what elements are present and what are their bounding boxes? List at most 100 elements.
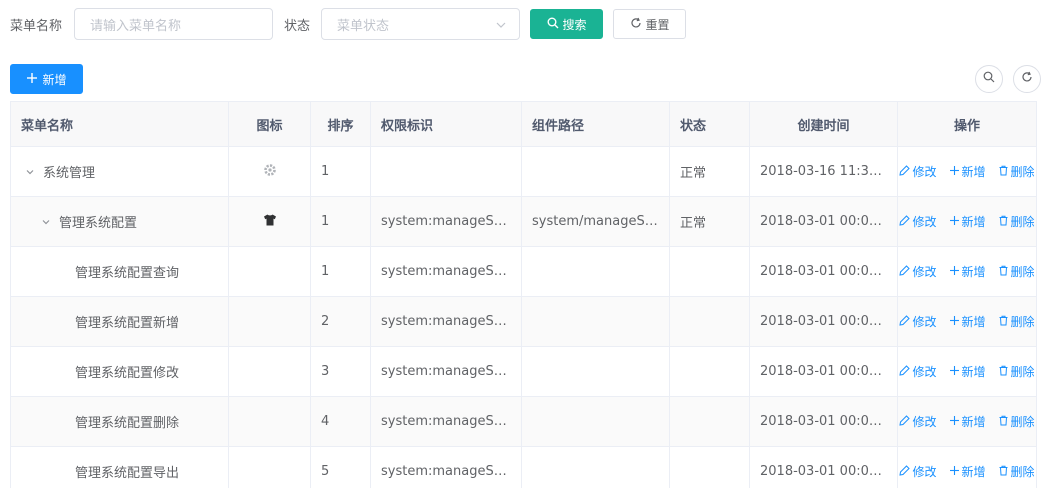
edit-label: 修改 xyxy=(912,365,937,379)
edit-label: 修改 xyxy=(912,415,937,429)
status-cell xyxy=(669,346,750,397)
edit-label: 修改 xyxy=(912,265,937,279)
status-cell xyxy=(669,396,750,447)
actions-cell: 修改 新增 删除 xyxy=(897,346,1037,397)
edit-link[interactable]: 修改 xyxy=(899,363,937,380)
icon-cell xyxy=(228,246,311,297)
perms-cell: system:manageSys... xyxy=(370,246,522,297)
menu-name-cell: 管理系统配置修改 xyxy=(10,346,229,397)
search-bar: 菜单名称 请输入菜单名称 状态 菜单状态 搜索 重置 xyxy=(10,8,687,40)
actions-cell: 修改 新增 删除 xyxy=(897,146,1037,197)
header-created: 创建时间 xyxy=(749,101,898,147)
add-child-link[interactable]: 新增 xyxy=(949,313,986,330)
trash-icon xyxy=(998,215,1009,229)
delete-label: 删除 xyxy=(1010,315,1035,329)
edit-link[interactable]: 修改 xyxy=(899,413,937,430)
header-menu-name: 菜单名称 xyxy=(10,101,229,147)
component-cell xyxy=(521,396,670,447)
add-child-label: 新增 xyxy=(961,365,986,379)
status-cell xyxy=(669,446,750,488)
edit-icon xyxy=(899,364,911,379)
icon-cell xyxy=(228,346,311,397)
edit-link[interactable]: 修改 xyxy=(899,263,937,280)
perms-cell: system:manageSys... xyxy=(370,396,522,447)
chevron-down-icon[interactable] xyxy=(39,217,53,227)
edit-link[interactable]: 修改 xyxy=(899,463,937,480)
menu-table: 菜单名称 图标 排序 权限标识 组件路径 状态 创建时间 操作 系统管理 1 正… xyxy=(10,101,1037,488)
status-cell xyxy=(669,296,750,347)
plus-icon xyxy=(26,72,38,87)
add-button[interactable]: 新增 xyxy=(10,64,83,94)
add-child-label: 新增 xyxy=(961,315,986,329)
add-child-label: 新增 xyxy=(961,415,986,429)
chevron-down-icon xyxy=(495,19,507,35)
header-actions: 操作 xyxy=(897,101,1037,147)
menu-name-text: 管理系统配置 xyxy=(59,216,138,231)
header-component: 组件路径 xyxy=(521,101,670,147)
icon-cell xyxy=(228,446,311,488)
edit-label: 修改 xyxy=(912,215,937,229)
add-child-link[interactable]: 新增 xyxy=(949,213,986,230)
delete-link[interactable]: 删除 xyxy=(998,413,1035,430)
reset-button-label: 重置 xyxy=(645,17,670,32)
created-cell: 2018-03-01 00:00:00 xyxy=(749,246,898,297)
edit-icon xyxy=(899,314,911,329)
actions-cell: 修改 新增 删除 xyxy=(897,196,1037,247)
actions-cell: 修改 新增 删除 xyxy=(897,446,1037,488)
menu-name-cell: 管理系统配置删除 xyxy=(10,396,229,447)
delete-label: 删除 xyxy=(1010,165,1035,179)
add-child-link[interactable]: 新增 xyxy=(949,263,986,280)
trash-icon xyxy=(998,165,1009,179)
header-perms: 权限标识 xyxy=(370,101,522,147)
table-row: 系统管理 1 正常 2018-03-16 11:33:00 修改 新增 删除 xyxy=(10,146,1037,197)
status-placeholder: 菜单状态 xyxy=(337,18,390,34)
icon-cell xyxy=(228,196,311,247)
refresh-button[interactable] xyxy=(1013,65,1041,93)
edit-label: 修改 xyxy=(912,465,937,479)
shirt-icon xyxy=(263,214,277,231)
delete-link[interactable]: 删除 xyxy=(998,263,1035,280)
menu-name-text: 管理系统配置导出 xyxy=(75,466,180,481)
delete-link[interactable]: 删除 xyxy=(998,363,1035,380)
add-child-link[interactable]: 新增 xyxy=(949,413,986,430)
icon-cell xyxy=(228,296,311,347)
toggle-search-button[interactable] xyxy=(975,65,1003,93)
menu-name-text: 系统管理 xyxy=(43,166,96,181)
delete-link[interactable]: 删除 xyxy=(998,163,1035,180)
search-button[interactable]: 搜索 xyxy=(530,9,604,39)
delete-link[interactable]: 删除 xyxy=(998,463,1035,480)
status-label: 状态 xyxy=(284,18,311,34)
edit-icon xyxy=(899,414,911,429)
table-row: 管理系统配置查询 1 system:manageSys... 2018-03-0… xyxy=(10,246,1037,297)
plus-icon xyxy=(949,365,960,379)
add-child-link[interactable]: 新增 xyxy=(949,463,986,480)
menu-name-cell: 管理系统配置 xyxy=(10,196,229,247)
reset-button[interactable]: 重置 xyxy=(613,9,687,39)
actions-cell: 修改 新增 删除 xyxy=(897,396,1037,447)
table-row: 管理系统配置 1 system:manageSys... system/mana… xyxy=(10,196,1037,247)
order-cell: 1 xyxy=(310,246,371,297)
delete-link[interactable]: 删除 xyxy=(998,213,1035,230)
menu-name-text: 管理系统配置新增 xyxy=(75,316,180,331)
table-row: 管理系统配置删除 4 system:manageSys... 2018-03-0… xyxy=(10,396,1037,447)
delete-link[interactable]: 删除 xyxy=(998,313,1035,330)
menu-name-text: 管理系统配置查询 xyxy=(75,266,180,281)
delete-label: 删除 xyxy=(1010,415,1035,429)
search-button-label: 搜索 xyxy=(562,17,587,32)
add-child-link[interactable]: 新增 xyxy=(949,163,986,180)
chevron-down-icon[interactable] xyxy=(23,167,37,177)
delete-label: 删除 xyxy=(1010,465,1035,479)
edit-link[interactable]: 修改 xyxy=(899,313,937,330)
menu-name-cell: 管理系统配置查询 xyxy=(10,246,229,297)
status-select[interactable]: 菜单状态 xyxy=(321,8,521,40)
actions-cell: 修改 新增 删除 xyxy=(897,296,1037,347)
plus-icon xyxy=(949,265,960,279)
edit-link[interactable]: 修改 xyxy=(899,213,937,230)
edit-link[interactable]: 修改 xyxy=(899,163,937,180)
order-cell: 1 xyxy=(310,196,371,247)
add-child-link[interactable]: 新增 xyxy=(949,363,986,380)
header-icon: 图标 xyxy=(228,101,311,147)
created-cell: 2018-03-01 00:00:00 xyxy=(749,446,898,488)
menu-name-input[interactable]: 请输入菜单名称 xyxy=(74,8,274,40)
menu-name-cell: 系统管理 xyxy=(10,146,229,197)
